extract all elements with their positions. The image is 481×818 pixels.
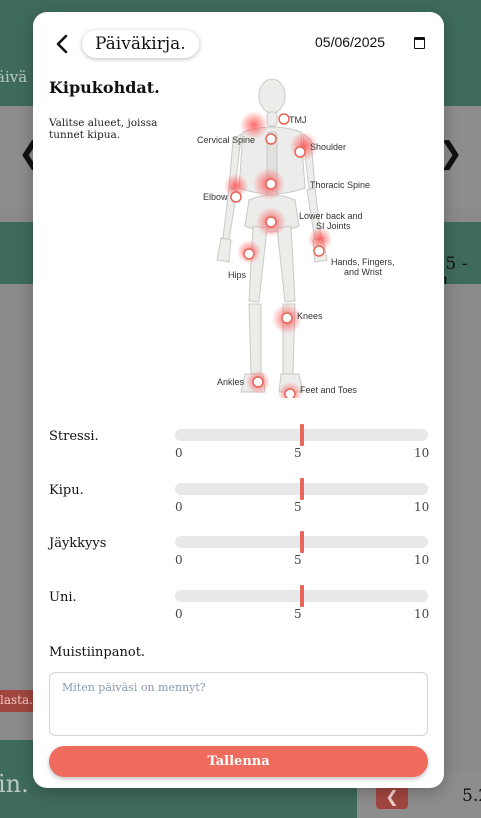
body-label: Lower back and <box>299 211 363 221</box>
stress-slider[interactable] <box>175 424 428 446</box>
slider-max: 10 <box>414 553 430 567</box>
body-pain-map: TMJ Cervical Spine Shoulder Thoracic Spi… <box>197 78 395 398</box>
body-label: SI Joints <box>316 221 351 231</box>
body-label: Cervical Spine <box>197 135 255 145</box>
slider-min: 0 <box>175 446 183 460</box>
hips-point[interactable] <box>243 248 255 260</box>
slider-min: 0 <box>175 607 183 621</box>
slider-mid: 5 <box>294 607 302 621</box>
diary-modal: Päiväkirja. 05/06/2025 Kipukohdat. Valit… <box>33 12 444 788</box>
slider-thumb[interactable] <box>299 585 304 607</box>
body-label: Thoracic Spine <box>310 180 370 190</box>
slider-mid: 5 <box>294 553 302 567</box>
body-label: Feet and Toes <box>300 385 357 395</box>
feet-point[interactable] <box>284 388 296 398</box>
sleep-slider-row: Uni. 0 5 10 <box>49 585 430 630</box>
stress-slider-row: Stressi. 0 5 10 <box>49 424 430 469</box>
notes-field[interactable] <box>49 672 428 736</box>
background-red-tag: lasta. <box>0 690 33 712</box>
slider-mid: 5 <box>294 446 302 460</box>
slider-thumb[interactable] <box>299 478 304 500</box>
save-button[interactable]: Tallenna <box>49 746 428 777</box>
background-footer-text: in. <box>0 770 29 798</box>
hands-point[interactable] <box>313 245 325 257</box>
elbow-point[interactable] <box>230 191 242 203</box>
thoracic-spine-point[interactable] <box>265 178 277 190</box>
body-label: Hands, Fingers, <box>331 257 395 267</box>
lower-back-point[interactable] <box>265 216 277 228</box>
background-header-text: äivä <box>0 68 28 86</box>
date-input[interactable]: 05/06/2025 <box>315 34 427 54</box>
knees-point[interactable] <box>281 312 293 324</box>
notes-label: Muistiinpanot. <box>49 645 146 660</box>
slider-mid: 5 <box>294 500 302 514</box>
slider-label: Uni. <box>49 590 77 605</box>
body-label: Elbow <box>203 192 228 202</box>
body-label: and Wrist <box>344 267 382 277</box>
background-footer-value: 5.2 <box>462 786 481 806</box>
stiffness-slider[interactable] <box>175 531 428 553</box>
body-label: TMJ <box>289 115 307 125</box>
pain-slider[interactable] <box>175 478 428 500</box>
stiffness-slider-row: Jäykkyys 0 5 10 <box>49 531 430 576</box>
date-value: 05/06/2025 <box>315 34 386 50</box>
ankles-point[interactable] <box>252 376 264 388</box>
pain-points-heading: Kipukohdat. <box>49 78 160 97</box>
slider-thumb[interactable] <box>299 531 304 553</box>
slider-max: 10 <box>414 446 430 460</box>
sleep-slider[interactable] <box>175 585 428 607</box>
slider-min: 0 <box>175 500 183 514</box>
body-label: Ankles <box>217 377 245 387</box>
slider-min: 0 <box>175 553 183 567</box>
shoulder-point[interactable] <box>294 146 306 158</box>
slider-label: Jäykkyys <box>49 536 107 551</box>
slider-max: 10 <box>414 607 430 621</box>
tmj-point[interactable] <box>278 113 290 125</box>
background-prev-button: ❮ <box>376 785 408 809</box>
cervical-spine-point[interactable] <box>265 133 277 145</box>
body-label: Hips <box>228 270 247 280</box>
body-label: Shoulder <box>310 142 346 152</box>
pain-slider-row: Kipu. 0 5 10 <box>49 478 430 523</box>
slider-max: 10 <box>414 500 430 514</box>
slider-label: Stressi. <box>49 429 99 444</box>
back-button[interactable] <box>55 32 75 56</box>
calendar-icon[interactable] <box>414 37 425 49</box>
slider-label: Kipu. <box>49 483 84 498</box>
chevron-left-icon <box>56 34 68 54</box>
page-title: Päiväkirja. <box>82 30 199 58</box>
body-label: Knees <box>297 311 323 321</box>
pain-points-subtitle: Valitse alueet, joissa tunnet kipua. <box>49 117 158 141</box>
slider-thumb[interactable] <box>299 424 304 446</box>
